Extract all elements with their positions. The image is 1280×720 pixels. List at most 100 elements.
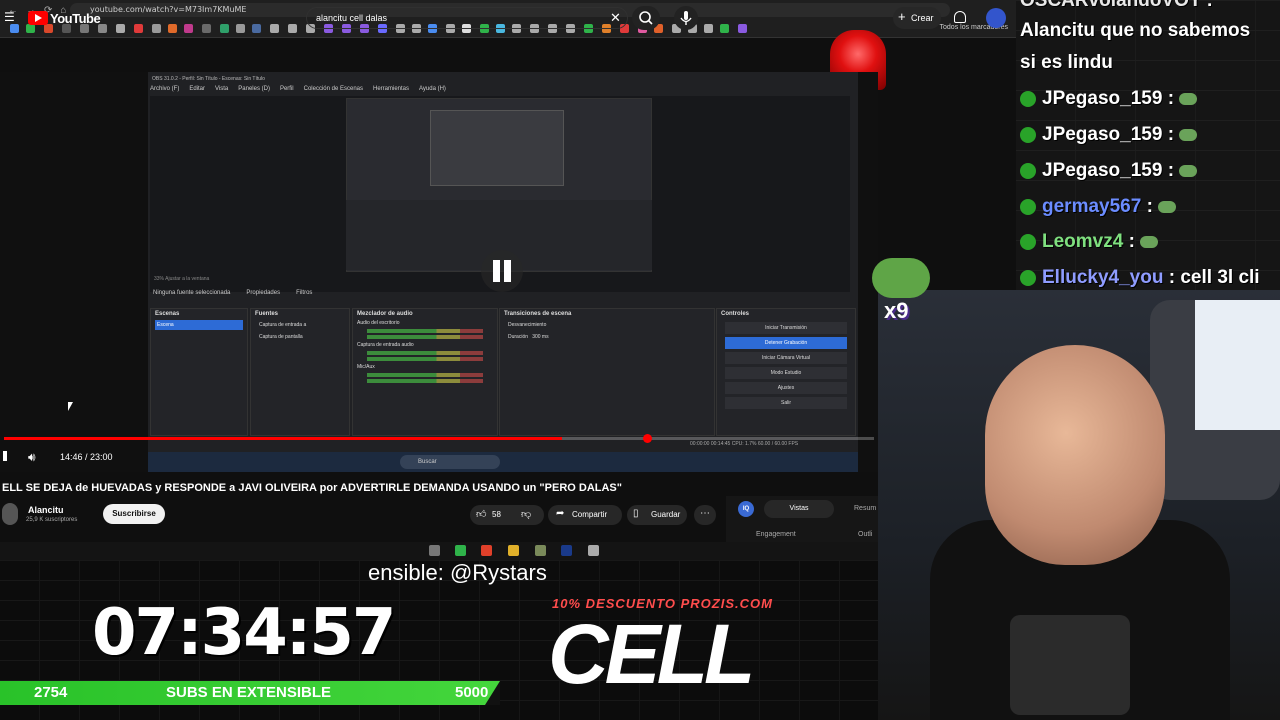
subs-label: SUBS EN EXTENSIBLE xyxy=(166,684,332,701)
bookmark-icon[interactable] xyxy=(704,24,713,33)
app-icon[interactable] xyxy=(429,545,440,556)
mixer-channel: Captura de entrada audio xyxy=(357,342,414,348)
youtube-logo-icon[interactable] xyxy=(28,11,48,25)
audio-meter xyxy=(367,329,483,333)
app-icon[interactable] xyxy=(535,545,546,556)
obs-menu-item: Perfil xyxy=(279,86,294,92)
frog-emote-icon xyxy=(872,258,930,298)
chat-username: JPegaso_159 xyxy=(1042,124,1163,145)
chat-message: Leomvz4 : xyxy=(1020,231,1159,253)
plus-icon: + xyxy=(898,9,906,24)
avatar[interactable] xyxy=(986,8,1006,28)
source-item: Captura de pantalla xyxy=(259,334,303,340)
bookmark-icon[interactable] xyxy=(152,24,161,33)
obs-mixer-dock: Mezclador de audio Audio del escritorio … xyxy=(352,308,498,436)
stream-timer: 07:34:57 xyxy=(92,596,396,670)
photoshop-icon[interactable] xyxy=(561,545,572,556)
channel-name[interactable]: Alancitu xyxy=(28,505,64,515)
close-icon[interactable]: ✕ xyxy=(610,10,621,26)
app-icon[interactable] xyxy=(455,545,466,556)
thumbs-up-icon: 👍︎ xyxy=(476,509,487,520)
exit-button: Salir xyxy=(725,397,847,409)
chrome-icon[interactable] xyxy=(481,545,492,556)
chat-badge-icon xyxy=(1020,126,1036,143)
video-progress-fill xyxy=(4,437,563,440)
scrubber-handle[interactable] xyxy=(643,434,652,443)
chat-badge-icon xyxy=(1020,233,1036,250)
play-pause-button[interactable] xyxy=(3,451,7,461)
analytics-icon[interactable]: IQ xyxy=(738,501,754,517)
pause-icon[interactable] xyxy=(481,250,523,292)
bookmark-icon: ▯ xyxy=(633,508,639,519)
audio-meter xyxy=(367,373,483,377)
studio-mode-button: Modo Estudio xyxy=(725,367,847,379)
tab-vistas[interactable]: Vistas xyxy=(764,500,834,518)
bookmark-icon[interactable] xyxy=(720,24,729,33)
transition-duration: Duración 300 ms xyxy=(500,331,714,343)
webcam-window-light xyxy=(1195,300,1280,430)
chat-message: Ellucky4_you : cell 3l cli xyxy=(1020,267,1260,289)
properties-button: Propiedades xyxy=(246,290,281,296)
chat-overlay xyxy=(1016,0,1280,300)
bookmark-icon[interactable] xyxy=(168,24,177,33)
search-button[interactable] xyxy=(632,6,660,30)
bookmark-icon[interactable] xyxy=(116,24,125,33)
obs-status-bar: 00:00:00 00:14:45 CPU: 1.7% 60.00 / 60.0… xyxy=(690,441,799,447)
obs-scenes-dock: Escenas Escena xyxy=(150,308,248,436)
thumbs-down-icon[interactable]: 👎︎ xyxy=(521,508,531,520)
bookmark-icon[interactable] xyxy=(134,24,143,33)
windows-taskbar xyxy=(148,452,858,472)
transition-type: Desvanecimiento xyxy=(508,322,547,328)
tab-resumen[interactable]: Resum xyxy=(854,505,876,512)
webcam-shirt-print xyxy=(1010,615,1130,715)
app-icon[interactable] xyxy=(588,545,599,556)
emote-icon xyxy=(1140,235,1159,248)
more-actions-button[interactable]: ⋯ xyxy=(694,505,716,525)
chat-badge-icon xyxy=(1020,198,1036,215)
dock-title: Controles xyxy=(721,311,750,317)
scrolling-ticker: ensible: @Rystars xyxy=(368,560,547,585)
obs-menu-item: Colección de Escenas xyxy=(303,86,363,92)
folder-icon[interactable] xyxy=(508,545,519,556)
share-icon: ➦ xyxy=(556,508,565,519)
engagement-label: Engagement xyxy=(756,531,796,538)
dock-title: Escenas xyxy=(155,311,180,317)
obs-menu-item: Paneles (D) xyxy=(238,86,270,92)
obs-controls-dock: Controles Iniciar Transmisión Detener Gr… xyxy=(716,308,856,436)
obs-menu-item: Herramientas xyxy=(373,86,410,92)
obs-transitions-dock: Transiciones de escena Desvanecimiento D… xyxy=(499,308,715,436)
search-input[interactable]: alancitu cell dalas xyxy=(306,7,628,29)
volume-icon[interactable]: 🔊︎ xyxy=(28,450,36,465)
mouse-cursor-icon xyxy=(68,402,73,411)
filters-button: Filtros xyxy=(296,290,313,296)
bell-icon[interactable] xyxy=(954,11,966,23)
bookmark-icon[interactable] xyxy=(738,24,747,33)
youtube-logo-text[interactable]: YouTube xyxy=(50,11,101,26)
scene-item: Escena xyxy=(155,320,243,330)
chat-badge-icon xyxy=(1020,90,1036,107)
subscribe-button[interactable]: Suscribirse xyxy=(103,504,165,524)
audio-meter xyxy=(367,357,483,361)
voice-search-button[interactable] xyxy=(674,6,698,30)
obs-menu-item: Archivo (F) xyxy=(150,86,180,92)
channel-avatar[interactable] xyxy=(2,503,18,525)
bookmark-icon[interactable] xyxy=(288,24,297,33)
emote-icon xyxy=(1179,128,1198,141)
taskbar-search: Buscar xyxy=(400,455,500,469)
outline-label: Outli xyxy=(858,531,873,538)
chat-message: OSCARvolandoVOY : xyxy=(1020,0,1213,12)
bookmark-icon[interactable] xyxy=(236,24,245,33)
bookmark-icon[interactable] xyxy=(10,24,19,33)
instagram-icon[interactable] xyxy=(184,24,193,33)
menu-icon[interactable]: ☰ xyxy=(4,10,15,24)
source-item: Captura de entrada a xyxy=(259,322,307,328)
bookmark-icon[interactable] xyxy=(252,24,261,33)
bookmark-icon[interactable] xyxy=(270,24,279,33)
dock-title: Fuentes xyxy=(255,311,279,317)
bookmark-icon[interactable] xyxy=(202,24,211,33)
mic-icon xyxy=(680,11,692,25)
obs-menu-item: Ayuda (H) xyxy=(419,86,446,92)
bookmark-icon[interactable] xyxy=(26,24,35,33)
chat-message: germay567 : xyxy=(1020,196,1177,218)
bookmark-icon[interactable] xyxy=(220,24,229,33)
